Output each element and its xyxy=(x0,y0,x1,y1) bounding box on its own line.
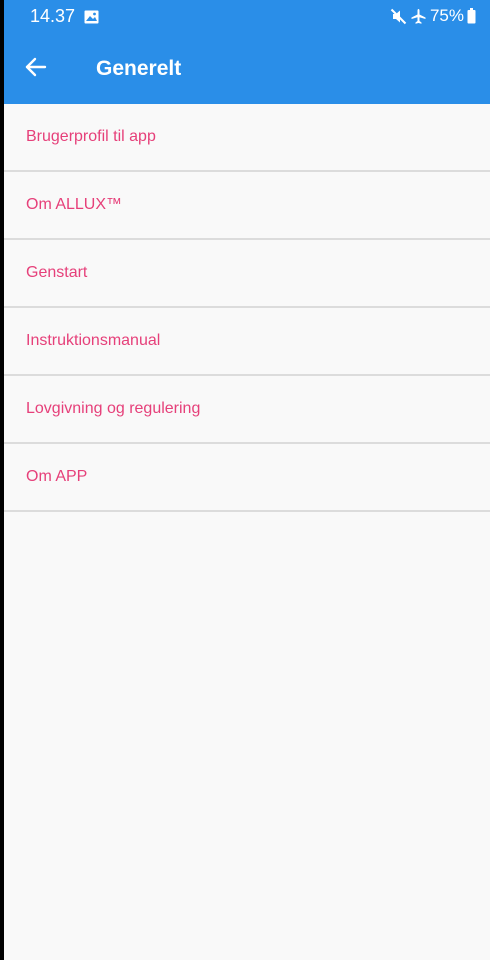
back-button[interactable] xyxy=(20,53,52,85)
menu-item-om-app[interactable]: Om APP xyxy=(4,444,490,512)
app-screen: 14.37 75% Generelt Brugerprofil til app … xyxy=(4,0,490,960)
menu-item-label: Om ALLUX™ xyxy=(26,196,123,213)
app-bar: Generelt xyxy=(4,34,490,104)
battery-percent: 75% xyxy=(429,6,464,25)
battery-icon xyxy=(467,8,476,24)
menu-item-genstart[interactable]: Genstart xyxy=(4,240,490,308)
menu-item-brugerprofil[interactable]: Brugerprofil til app xyxy=(4,104,490,172)
image-icon xyxy=(84,8,99,24)
airplane-icon xyxy=(410,8,427,25)
menu-item-label: Om APP xyxy=(26,468,88,485)
menu-item-om-allux[interactable]: Om ALLUX™ xyxy=(4,172,490,240)
status-time: 14.37 xyxy=(30,6,76,26)
status-right-group: 75% xyxy=(390,5,476,27)
mute-icon xyxy=(390,8,407,25)
status-bar: 14.37 75% xyxy=(4,0,490,34)
menu-item-label: Brugerprofil til app xyxy=(26,128,156,145)
arrow-left-icon xyxy=(25,57,47,82)
menu-item-lovgivning[interactable]: Lovgivning og regulering xyxy=(4,376,490,444)
menu-item-label: Lovgivning og regulering xyxy=(26,400,201,417)
settings-menu-list: Brugerprofil til app Om ALLUX™ Genstart … xyxy=(4,104,490,512)
menu-item-label: Genstart xyxy=(26,264,88,281)
menu-item-instruktionsmanual[interactable]: Instruktionsmanual xyxy=(4,308,490,376)
page-title: Generelt xyxy=(96,57,182,80)
menu-item-label: Instruktionsmanual xyxy=(26,332,161,349)
